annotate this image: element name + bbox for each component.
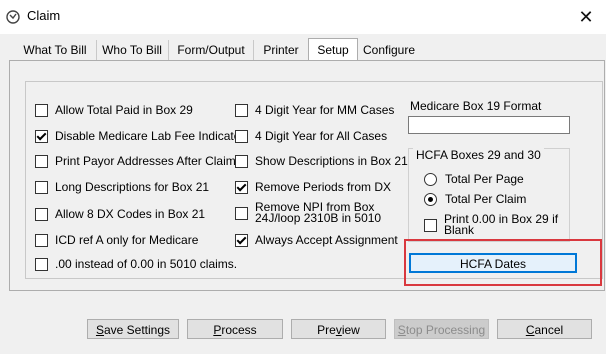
tab-printer[interactable]: Printer <box>254 40 308 60</box>
long-descriptions-checkbox[interactable]: Long Descriptions for Box 21 <box>35 180 209 194</box>
checkbox-square[interactable] <box>35 130 48 143</box>
checkbox-square[interactable] <box>235 130 248 143</box>
checkbox-label: 4 Digit Year for MM Cases <box>255 103 395 117</box>
tab-setup[interactable]: Setup <box>308 38 358 62</box>
checkbox-label: 4 Digit Year for All Cases <box>255 129 388 143</box>
checkbox-square[interactable] <box>235 207 248 220</box>
checkbox-square[interactable] <box>35 258 48 271</box>
decimal-format-5010-checkbox[interactable]: .00 instead of 0.00 in 5010 claims. <box>35 257 237 271</box>
checkbox-square[interactable] <box>35 155 48 168</box>
medicare-box19-input[interactable] <box>408 116 570 134</box>
hcfa-group-title: HCFA Boxes 29 and 30 <box>413 148 544 162</box>
app-icon <box>6 10 20 24</box>
radio-circle[interactable] <box>424 172 437 186</box>
checkbox-label: Remove NPI from Box 24J/loop 2310B in 50… <box>255 200 382 225</box>
total-per-page-radio[interactable]: Total Per Page <box>424 172 524 186</box>
checkbox-square[interactable] <box>424 219 437 232</box>
checkbox-label: Print 0.00 in Box 29 if Blank <box>444 212 559 237</box>
checkbox-square[interactable] <box>35 208 48 221</box>
radio-circle[interactable] <box>424 192 437 206</box>
checkbox-label: Print Payor Addresses After Claims <box>55 154 242 168</box>
remove-npi-checkbox[interactable]: Remove NPI from Box 24J/loop 2310B in 50… <box>235 200 415 225</box>
window-title: Claim <box>27 8 61 23</box>
checkbox-square[interactable] <box>235 234 248 247</box>
checkbox-label: ICD ref A only for Medicare <box>55 233 199 247</box>
print-zero-box29-checkbox[interactable]: Print 0.00 in Box 29 if Blank <box>424 212 564 237</box>
radio-label: Total Per Claim <box>445 192 527 206</box>
tab-who-to-bill[interactable]: Who To Bill <box>96 40 169 60</box>
checkbox-label: .00 instead of 0.00 in 5010 claims. <box>55 257 238 271</box>
tab-configure[interactable]: Configure <box>358 40 420 60</box>
checkbox-square[interactable] <box>235 181 248 194</box>
allow-total-paid-checkbox[interactable]: Allow Total Paid in Box 29 <box>35 103 193 117</box>
checkbox-label: Remove Periods from DX <box>255 180 392 194</box>
highlight-box <box>404 239 602 286</box>
checkbox-square[interactable] <box>35 104 48 117</box>
close-button[interactable]: ✕ <box>572 4 600 30</box>
checkbox-square[interactable] <box>35 181 48 194</box>
checkbox-square[interactable] <box>35 234 48 247</box>
disable-medicare-lab-fee-checkbox[interactable]: Disable Medicare Lab Fee Indicator <box>35 129 244 143</box>
medicare-box19-label: Medicare Box 19 Format <box>410 99 542 113</box>
save-settings-button[interactable]: Save Settings <box>87 319 179 339</box>
preview-button[interactable]: Preview <box>291 319 386 339</box>
icd-ref-a-checkbox[interactable]: ICD ref A only for Medicare <box>35 233 198 247</box>
four-digit-year-all-checkbox[interactable]: 4 Digit Year for All Cases <box>235 129 387 143</box>
radio-label: Total Per Page <box>445 172 524 186</box>
checkbox-label: Long Descriptions for Box 21 <box>55 180 210 194</box>
tab-form-output[interactable]: Form/Output <box>169 40 254 60</box>
four-digit-year-mm-checkbox[interactable]: 4 Digit Year for MM Cases <box>235 103 394 117</box>
remove-periods-checkbox[interactable]: Remove Periods from DX <box>235 180 391 194</box>
total-per-claim-radio[interactable]: Total Per Claim <box>424 192 526 206</box>
cancel-button[interactable]: Cancel <box>497 319 592 339</box>
allow-8-dx-codes-checkbox[interactable]: Allow 8 DX Codes in Box 21 <box>35 207 205 221</box>
checkbox-label: Allow 8 DX Codes in Box 21 <box>55 207 206 221</box>
always-accept-assignment-checkbox[interactable]: Always Accept Assignment <box>235 233 398 247</box>
checkbox-label: Allow Total Paid in Box 29 <box>55 103 193 117</box>
checkbox-label: Always Accept Assignment <box>255 233 398 247</box>
print-payor-addresses-checkbox[interactable]: Print Payor Addresses After Claims <box>35 154 242 168</box>
tab-what-to-bill[interactable]: What To Bill <box>14 40 97 60</box>
checkbox-square[interactable] <box>235 155 248 168</box>
title-bar: Claim ✕ <box>0 0 606 34</box>
stop-processing-button: Stop Processing <box>394 319 489 339</box>
checkbox-label: Show Descriptions in Box 21 <box>255 154 408 168</box>
checkbox-square[interactable] <box>235 104 248 117</box>
process-button[interactable]: Process <box>187 319 283 339</box>
show-descriptions-checkbox[interactable]: Show Descriptions in Box 21 <box>235 154 408 168</box>
checkbox-label: Disable Medicare Lab Fee Indicator <box>55 129 245 143</box>
